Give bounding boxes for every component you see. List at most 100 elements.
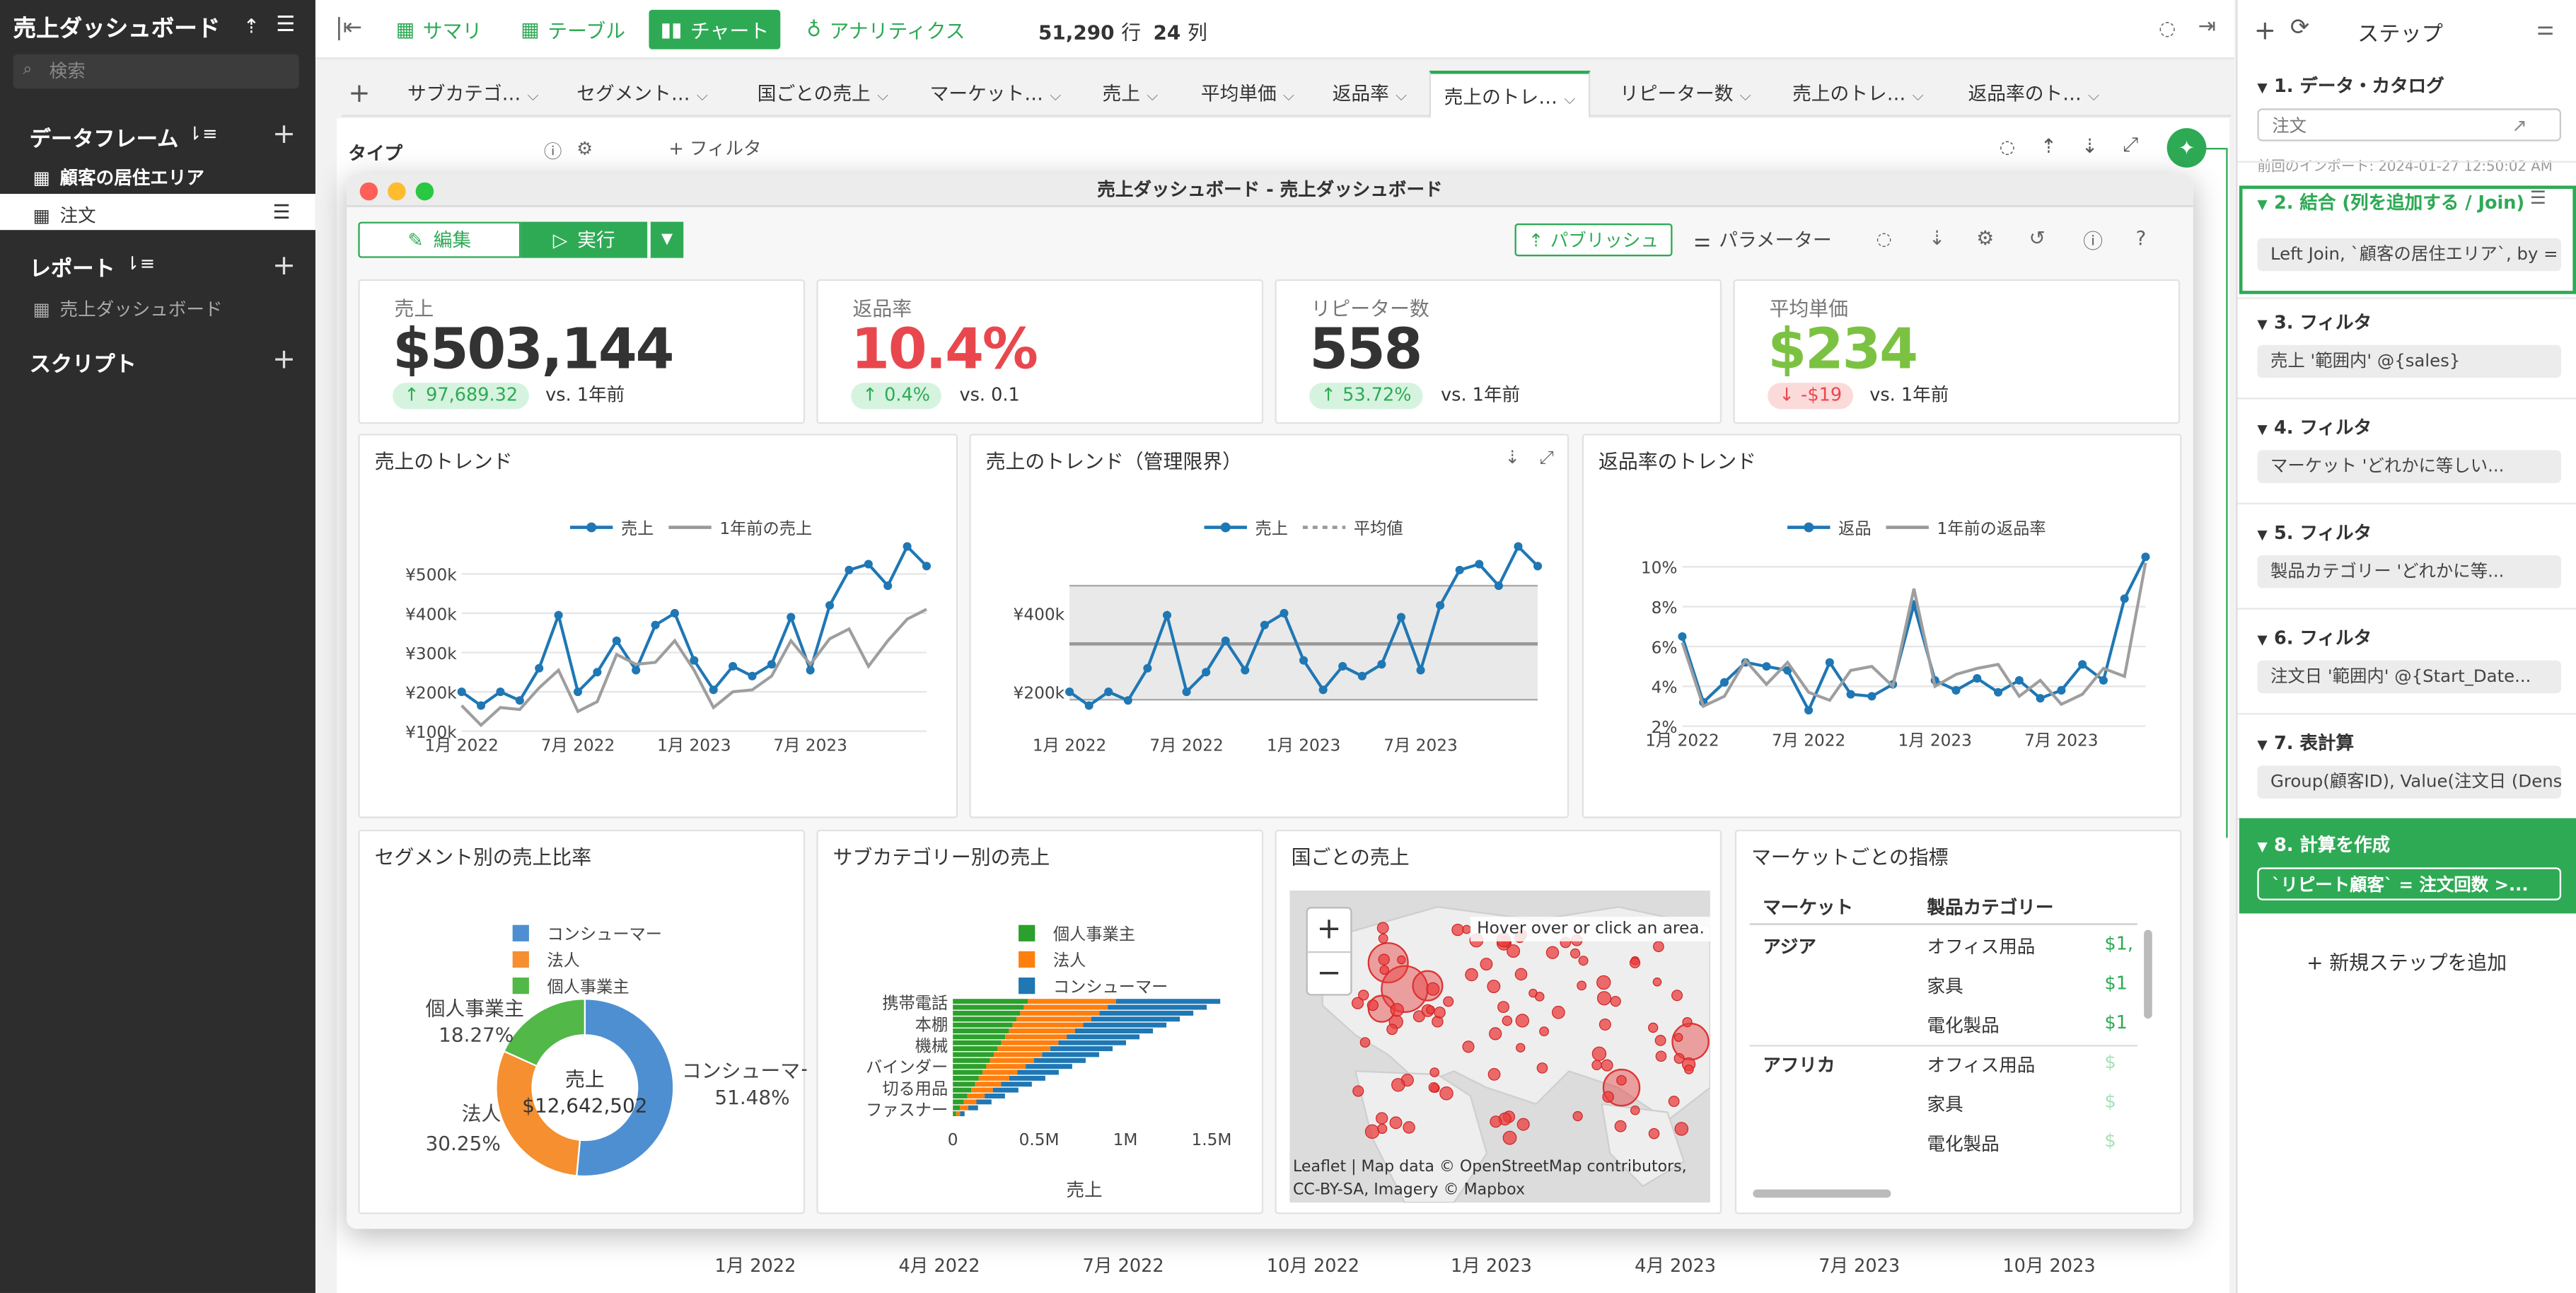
data-point[interactable] bbox=[748, 671, 757, 680]
bar-segment[interactable] bbox=[1020, 1010, 1100, 1016]
analytics-button[interactable]: ♁ アナリティクス bbox=[795, 10, 977, 50]
country-bubble[interactable] bbox=[1489, 1027, 1502, 1040]
edit-button[interactable]: ✎ 編集 bbox=[358, 221, 521, 258]
bar-segment[interactable] bbox=[1108, 1004, 1207, 1010]
bar-segment[interactable] bbox=[976, 1099, 992, 1105]
parameters-button[interactable]: ⚌ パラメーター bbox=[1694, 227, 1832, 253]
tab-9[interactable]: 売上のトレ… ⌵ bbox=[1779, 71, 1937, 117]
country-bubble[interactable] bbox=[1684, 1065, 1694, 1074]
data-point[interactable] bbox=[1162, 610, 1172, 620]
data-point[interactable] bbox=[864, 559, 873, 569]
bar-segment[interactable] bbox=[1099, 1010, 1194, 1016]
data-point[interactable] bbox=[1318, 685, 1328, 695]
data-point[interactable] bbox=[1084, 701, 1093, 710]
maximize-icon[interactable] bbox=[415, 182, 434, 201]
bar-segment[interactable] bbox=[994, 1052, 1043, 1057]
data-point[interactable] bbox=[1846, 690, 1855, 699]
country-bubble[interactable] bbox=[1397, 955, 1406, 965]
country-bubble[interactable] bbox=[1572, 1111, 1583, 1122]
bar-segment[interactable] bbox=[953, 999, 1028, 1004]
country-bubble[interactable] bbox=[1490, 1115, 1502, 1128]
data-point[interactable] bbox=[883, 581, 893, 591]
tab-6[interactable]: 返品率 ⌵ bbox=[1319, 71, 1420, 117]
bar-segment[interactable] bbox=[1058, 1040, 1127, 1045]
country-bubble[interactable] bbox=[1389, 1116, 1403, 1130]
data-point[interactable] bbox=[1514, 542, 1523, 551]
bar-segment[interactable] bbox=[953, 1064, 987, 1069]
data-point[interactable] bbox=[1241, 666, 1250, 675]
bar-segment[interactable] bbox=[971, 1087, 993, 1093]
df-item-area[interactable]: ▦ 顧客の居住エリア bbox=[33, 164, 204, 190]
minimize-icon[interactable] bbox=[388, 182, 406, 201]
country-bubble[interactable] bbox=[1429, 1067, 1439, 1077]
data-point[interactable] bbox=[1973, 674, 1982, 683]
bar-segment[interactable] bbox=[953, 1016, 1017, 1022]
country-bubble[interactable] bbox=[1596, 991, 1612, 1006]
country-bubble[interactable] bbox=[1655, 1050, 1667, 1062]
collapse-icon[interactable]: |⇤ bbox=[335, 15, 362, 41]
tab-4[interactable]: 売上 ⌵ bbox=[1089, 71, 1171, 117]
country-bubble[interactable] bbox=[1359, 1037, 1371, 1048]
step-header[interactable]: ▼ 2. 結合 (列を追加する / Join) bbox=[2257, 189, 2524, 215]
bar-segment[interactable] bbox=[986, 1064, 1026, 1069]
refresh-icon[interactable]: ⟳ bbox=[2290, 15, 2309, 41]
country-bubble[interactable] bbox=[1653, 941, 1664, 953]
upload-icon[interactable]: ⇡ bbox=[243, 15, 260, 38]
data-point[interactable] bbox=[806, 666, 815, 675]
country-bubble[interactable] bbox=[1497, 1001, 1509, 1014]
bar-segment[interactable] bbox=[1012, 1022, 1084, 1028]
country-bubble[interactable] bbox=[1648, 1127, 1660, 1140]
country-bubble[interactable] bbox=[1515, 1014, 1529, 1028]
country-bubble[interactable] bbox=[1516, 1118, 1530, 1131]
data-point[interactable] bbox=[1825, 658, 1834, 667]
data-point[interactable] bbox=[477, 701, 486, 710]
data-point[interactable] bbox=[2078, 660, 2087, 669]
data-point[interactable] bbox=[670, 608, 679, 618]
bar-segment[interactable] bbox=[953, 1022, 1013, 1028]
bar-segment[interactable] bbox=[963, 1099, 977, 1105]
data-point[interactable] bbox=[1804, 706, 1814, 715]
country-bubble[interactable] bbox=[1648, 1022, 1659, 1033]
bar-segment[interactable] bbox=[953, 1099, 964, 1105]
run-button[interactable]: ▷ 実行 bbox=[521, 221, 648, 258]
share-icon[interactable]: ⇡ bbox=[2041, 134, 2057, 158]
bar-segment[interactable] bbox=[1001, 1082, 1032, 1087]
bar-segment[interactable] bbox=[1115, 999, 1221, 1004]
history-icon[interactable]: ↺ bbox=[2029, 227, 2046, 250]
data-point[interactable] bbox=[1475, 559, 1484, 569]
data-point[interactable] bbox=[825, 601, 835, 610]
data-point[interactable] bbox=[457, 688, 466, 697]
bar-segment[interactable] bbox=[978, 1075, 1009, 1081]
step-body[interactable]: 製品カテゴリー 'どれかに等... bbox=[2257, 555, 2562, 588]
bar-segment[interactable] bbox=[975, 1082, 1002, 1087]
bar-segment[interactable] bbox=[1033, 1057, 1086, 1063]
country-bubble[interactable] bbox=[1602, 1091, 1614, 1103]
data-point[interactable] bbox=[2141, 552, 2150, 562]
bar-segment[interactable] bbox=[985, 1093, 1005, 1098]
data-point[interactable] bbox=[2120, 594, 2129, 603]
gear-icon[interactable]: ⚙ bbox=[1976, 227, 1994, 250]
publish-button[interactable]: ⇡ パブリッシュ bbox=[1514, 223, 1673, 257]
country-bubble[interactable] bbox=[1552, 1005, 1565, 1019]
data-point[interactable] bbox=[1221, 636, 1230, 645]
bar-segment[interactable] bbox=[1083, 1022, 1167, 1028]
data-point[interactable] bbox=[1455, 565, 1464, 574]
data-point[interactable] bbox=[903, 542, 912, 551]
country-bubble[interactable] bbox=[1596, 975, 1611, 990]
download-icon[interactable]: ⇣ bbox=[2082, 134, 2098, 158]
country-bubble[interactable] bbox=[1577, 980, 1587, 991]
step-body[interactable]: Left Join, `顧客の居住エリア`, by = j... bbox=[2257, 238, 2562, 272]
bar-segment[interactable] bbox=[953, 1052, 994, 1057]
bar-segment[interactable] bbox=[953, 1057, 990, 1063]
country-bubble[interactable] bbox=[1403, 1121, 1415, 1134]
step-body[interactable]: `リピート顧客` = 注文回数 >... bbox=[2257, 867, 2562, 900]
data-point[interactable] bbox=[1993, 688, 2003, 697]
search-input[interactable]: 検索 bbox=[13, 54, 299, 89]
step-menu-icon[interactable]: ☰ bbox=[2530, 187, 2546, 209]
data-point[interactable] bbox=[535, 663, 544, 673]
bar-segment[interactable] bbox=[953, 1010, 1021, 1016]
bar-segment[interactable] bbox=[953, 1004, 1024, 1010]
country-bubble[interactable] bbox=[1367, 999, 1379, 1011]
chevron-down-icon[interactable]: ▼ bbox=[649, 221, 684, 258]
add-dataframe-icon[interactable]: + bbox=[272, 118, 296, 151]
